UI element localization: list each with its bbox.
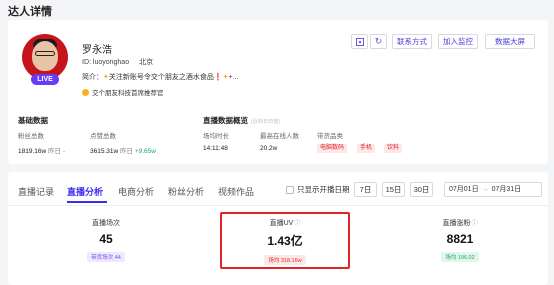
checkbox-box[interactable] [286,186,294,194]
likes-change-label: 昨日 [120,148,134,155]
qr-code-button[interactable] [351,34,368,49]
category-tag[interactable]: 手机 [357,144,376,153]
range-7-days-button[interactable]: 7日 [354,182,377,197]
metric-value: 45 [99,232,113,246]
date-end[interactable]: 07月31日 [492,186,522,193]
tab-divider [8,205,548,206]
fans-value: 1819.16w 昨日 - [18,145,65,155]
info-icon[interactable]: ⓘ [471,221,477,227]
profile-id-line: ID: luoyonghao 北京 [82,57,153,67]
fans-change: 昨日 - [48,148,65,155]
profile-card: LIVE 罗永浩 ID: luoyonghao 北京 简介：✦关注新账号令交个朋友… [8,20,548,164]
fans-number: 1819.16w [18,148,47,155]
likes-label: 点赞总数 [90,133,116,140]
date-start[interactable]: 07月01日 [449,186,479,193]
data-screen-button[interactable]: 数据大屏 [485,34,535,49]
metric-label: 直播涨粉ⓘ [380,218,540,228]
metric-live-sessions: 直播场次 45 带货场次 44 [26,218,186,264]
profile-id: ID: luoyonghao [82,59,130,66]
profile-bio: 简介：✦关注新账号令交个朋友之酒水食品❗✦+... [82,72,238,82]
metric-live-fans-gain: 直播涨粉ⓘ 8821 场均 196.02 [380,218,540,264]
peak-label: 最高在线人数 [260,133,299,140]
likes-number: 3615.31w [90,148,119,155]
profile-tagline: 交个朋友科技首席推荐官 [82,87,164,97]
live-overview-title-text: 直播数据概览 [203,116,248,125]
analysis-card: 直播记录 直播分析 电商分析 粉丝分析 视频作品 只显示开播日期 7日 15日 … [8,172,548,285]
bio-prefix: 简介： [82,74,103,81]
highlight-box [220,212,350,269]
page-title: 达人详情 [8,6,52,18]
likes-value: 3615.31w 昨日 +9.65w [90,145,156,155]
duration-label: 场均时长 [203,133,229,140]
tab-video-works[interactable]: 视频作品 [218,185,254,198]
active-tab-indicator [67,201,107,203]
exclamation-icon: ❗ [213,74,223,81]
badge-icon [82,89,89,96]
qr-code-icon [355,37,364,46]
refresh-button[interactable]: ↻ [370,34,387,49]
live-overview-title: 直播数据概览 (近30日均值) [203,115,280,126]
category-tag[interactable]: 饮料 [384,144,403,153]
range-15-days-button[interactable]: 15日 [382,182,405,197]
tab-fans-analysis[interactable]: 粉丝分析 [168,185,204,198]
duration-value: 14:11:48 [203,145,228,152]
checkbox-label: 只显示开播日期 [297,185,350,194]
fans-label: 粉丝总数 [18,133,44,140]
metric-sub: 场均 196.02 [441,252,479,262]
profile-name: 罗永浩 [82,45,112,56]
peak-value: 20.2w [260,145,278,152]
contact-button[interactable]: 联系方式 [392,34,432,49]
bio-text: 关注新账号令交个朋友之酒水食品 [108,74,214,81]
category-label: 带货品类 [317,133,343,140]
add-monitor-button[interactable]: 加入监控 [438,34,478,49]
arrow-right-icon: → [481,186,489,193]
basic-data-title: 基础数据 [18,116,48,125]
tab-live-records[interactable]: 直播记录 [18,185,54,198]
live-badge: LIVE [31,74,59,85]
date-range-picker[interactable]: 07月01日 → 07月31日 [444,182,542,197]
metric-value: 8821 [446,232,474,246]
category-tag[interactable]: 电脑数码 [317,144,348,153]
refresh-icon: ↻ [374,36,383,46]
likes-change: +9.65w [134,148,156,155]
profile-location: 北京 [139,59,154,66]
tab-ecommerce-analysis[interactable]: 电商分析 [118,185,154,198]
metric-label: 直播场次 [92,220,120,227]
live-date-only-checkbox[interactable]: 只显示开播日期 [286,184,350,195]
avatar[interactable]: LIVE [22,34,68,85]
tab-live-analysis[interactable]: 直播分析 [67,185,103,198]
tagline-text: 交个朋友科技首席推荐官 [92,90,164,97]
metric-sub: 带货场次 44 [87,252,125,262]
bio-suffix[interactable]: +... [228,74,238,81]
metric-label-text: 直播涨粉 [442,220,471,227]
live-overview-subtitle: (近30日均值) [251,119,280,125]
range-30-days-button[interactable]: 30日 [410,182,433,197]
